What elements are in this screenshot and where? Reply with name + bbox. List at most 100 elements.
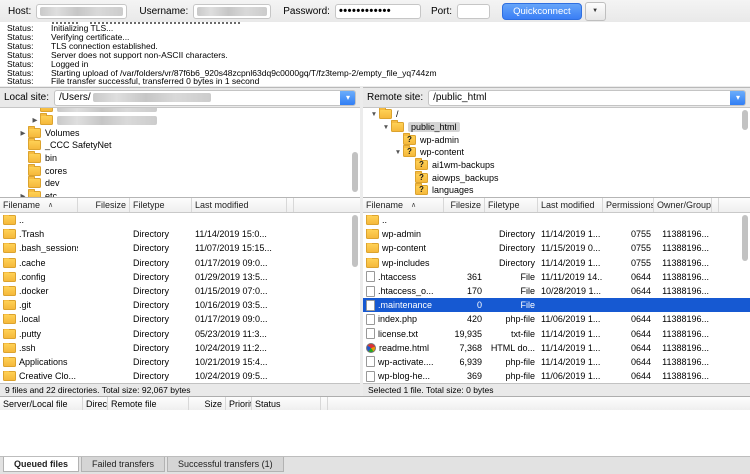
column-header-status[interactable]: Status bbox=[252, 397, 321, 410]
column-header-filename[interactable]: Filename∧ bbox=[0, 198, 78, 212]
local-tree-scrollbar[interactable] bbox=[352, 152, 358, 192]
file-own-cell: 11388196... bbox=[654, 314, 712, 324]
file-row[interactable]: .sshDirectory10/24/2019 11:2... bbox=[0, 341, 360, 355]
tree-item-ai1wm-backups[interactable]: ai1wm-backups bbox=[363, 159, 750, 172]
tab-queued-files[interactable]: Queued files bbox=[3, 457, 79, 472]
file-row[interactable]: .puttyDirectory05/23/2019 11:3... bbox=[0, 327, 360, 341]
file-type-cell: Directory bbox=[130, 300, 192, 310]
redacted-username-value bbox=[197, 7, 267, 16]
file-size-cell: 6,939 bbox=[444, 357, 485, 367]
tree-item--ccc-safetynet[interactable]: _CCC SafetyNet bbox=[0, 139, 360, 152]
file-row[interactable]: .dockerDirectory01/15/2019 07:0... bbox=[0, 284, 360, 298]
file-row[interactable]: wp-contentDirectory11/15/2019 0...075511… bbox=[363, 241, 750, 255]
tree-item-label: dev bbox=[45, 178, 60, 188]
tab-successful-transfers-1-[interactable]: Successful transfers (1) bbox=[167, 457, 284, 472]
tree-item-volumes[interactable]: ▶Volumes bbox=[0, 126, 360, 139]
chevron-expanded-icon[interactable]: ▼ bbox=[381, 124, 391, 131]
file-row[interactable]: .maintenance0File bbox=[363, 298, 750, 312]
tree-item-public-html[interactable]: ▼public_html bbox=[363, 121, 750, 134]
local-site-combo-arrow[interactable]: ▾ bbox=[340, 90, 356, 106]
column-header-remote-file[interactable]: Remote file bbox=[108, 397, 189, 410]
file-row[interactable]: wp-activate....6,939php-file11/14/2019 1… bbox=[363, 355, 750, 369]
tree-item-dev[interactable]: dev bbox=[0, 177, 360, 190]
tree-item[interactable]: ▶ bbox=[0, 114, 360, 127]
file-row[interactable]: .. bbox=[0, 213, 360, 227]
file-row[interactable]: Creative Clo...Directory10/24/2019 09:5.… bbox=[0, 369, 360, 383]
tree-item-wp-admin[interactable]: wp-admin bbox=[363, 133, 750, 146]
remote-tree-scrollbar[interactable] bbox=[742, 110, 748, 130]
file-name-cell: .. bbox=[0, 215, 78, 225]
tab-failed-transfers[interactable]: Failed transfers bbox=[81, 457, 165, 472]
file-icon bbox=[366, 300, 375, 311]
remote-list-scrollbar[interactable] bbox=[742, 215, 748, 261]
username-input[interactable] bbox=[193, 4, 271, 19]
column-header-permissions[interactable]: Permissions bbox=[603, 198, 654, 212]
column-header-server-local-file[interactable]: Server/Local file bbox=[0, 397, 83, 410]
password-input[interactable]: •••••••••••• bbox=[335, 4, 421, 19]
column-header-last-modified[interactable]: Last modified bbox=[538, 198, 603, 212]
file-own-cell: 11388196... bbox=[654, 243, 712, 253]
file-row[interactable]: wp-includesDirectory11/14/2019 1...07551… bbox=[363, 256, 750, 270]
file-row[interactable]: .bash_sessionsDirectory11/07/2019 15:15.… bbox=[0, 241, 360, 255]
tree-item-etc[interactable]: ▶etc bbox=[0, 190, 360, 198]
column-header-filesize[interactable]: Filesize bbox=[444, 198, 485, 212]
local-site-combo[interactable]: /Users/ ▾ bbox=[54, 90, 356, 106]
message-log-content: Status:Initializing TLS...Status:Verifyi… bbox=[0, 22, 750, 86]
quickconnect-dropdown-button[interactable]: ▼ bbox=[585, 2, 606, 21]
remote-site-combo-arrow[interactable]: ▾ bbox=[730, 90, 746, 106]
filezilla-window: Host: Username: Password: •••••••••••• P… bbox=[0, 0, 750, 474]
column-header-last-modified[interactable]: Last modified bbox=[192, 198, 287, 212]
file-row[interactable]: license.txt19,935txt-file11/14/2019 1...… bbox=[363, 327, 750, 341]
folder-icon bbox=[366, 243, 379, 253]
file-row[interactable]: .htaccess_o...170File10/28/2019 1...0644… bbox=[363, 284, 750, 298]
file-row[interactable]: ApplicationsDirectory10/21/2019 15:4... bbox=[0, 355, 360, 369]
file-size-cell: 0 bbox=[444, 300, 485, 310]
file-perm-cell: 0644 bbox=[603, 286, 654, 296]
column-header-size[interactable]: Size bbox=[189, 397, 226, 410]
file-row[interactable]: wp-adminDirectory11/14/2019 1...07551138… bbox=[363, 227, 750, 241]
chevron-collapsed-icon[interactable]: ▶ bbox=[30, 116, 40, 124]
message-log: Status:Initializing TLS...Status:Verifyi… bbox=[0, 22, 750, 86]
column-header-filler bbox=[712, 198, 719, 212]
column-header-direction[interactable]: Direction bbox=[83, 397, 108, 410]
tree-item-bin[interactable]: bin bbox=[0, 152, 360, 165]
column-header-priority[interactable]: Priority bbox=[226, 397, 252, 410]
queue-list[interactable] bbox=[0, 410, 750, 456]
file-row[interactable]: .localDirectory01/17/2019 09:0... bbox=[0, 312, 360, 326]
tree-item--[interactable]: ▼/ bbox=[363, 108, 750, 121]
file-row[interactable]: readme.html7,368HTML do...11/14/2019 1..… bbox=[363, 341, 750, 355]
host-input[interactable] bbox=[36, 4, 127, 19]
chevron-expanded-icon[interactable]: ▼ bbox=[369, 111, 379, 118]
quickconnect-button[interactable]: Quickconnect bbox=[502, 3, 582, 20]
file-row[interactable]: wp-blog-he...369php-file11/06/2019 1...0… bbox=[363, 369, 750, 383]
file-row[interactable]: index.php420php-file11/06/2019 1...06441… bbox=[363, 312, 750, 326]
file-name-cell: Creative Clo... bbox=[0, 371, 78, 381]
folder-icon bbox=[3, 300, 16, 310]
file-name: license.txt bbox=[378, 329, 418, 339]
local-list-scrollbar[interactable] bbox=[352, 215, 358, 267]
port-input[interactable] bbox=[457, 4, 490, 19]
file-row[interactable]: .cacheDirectory01/17/2019 09:0... bbox=[0, 256, 360, 270]
file-row[interactable]: .htaccess361File11/11/2019 14...06441138… bbox=[363, 270, 750, 284]
tree-item-languages[interactable]: languages bbox=[363, 184, 750, 197]
remote-file-list: ..wp-adminDirectory11/14/2019 1...075511… bbox=[363, 213, 750, 383]
tree-item-cores[interactable]: cores bbox=[0, 164, 360, 177]
file-row[interactable]: .gitDirectory10/16/2019 03:5... bbox=[0, 298, 360, 312]
column-header-filesize[interactable]: Filesize bbox=[78, 198, 130, 212]
column-header-filename[interactable]: Filename∧ bbox=[363, 198, 444, 212]
folder-icon bbox=[28, 191, 41, 198]
column-header-filetype[interactable]: Filetype bbox=[485, 198, 538, 212]
remote-site-combo[interactable]: /public_html ▾ bbox=[428, 90, 746, 106]
file-row[interactable]: .TrashDirectory11/14/2019 15:0... bbox=[0, 227, 360, 241]
chevron-expanded-icon[interactable]: ▼ bbox=[393, 149, 403, 156]
chevron-collapsed-icon[interactable]: ▶ bbox=[18, 129, 28, 137]
tree-item-wp-content[interactable]: ▼wp-content bbox=[363, 146, 750, 159]
column-header-filetype[interactable]: Filetype bbox=[130, 198, 192, 212]
file-row[interactable]: .configDirectory01/29/2019 13:5... bbox=[0, 270, 360, 284]
column-header-owner-group[interactable]: Owner/Group bbox=[654, 198, 712, 212]
remote-site-label: Remote site: bbox=[367, 92, 423, 103]
tree-item-aiowps-backups[interactable]: aiowps_backups bbox=[363, 171, 750, 184]
file-mod-cell: 01/17/2019 09:0... bbox=[192, 258, 287, 268]
file-name-cell: .config bbox=[0, 272, 78, 282]
file-row[interactable]: .. bbox=[363, 213, 750, 227]
